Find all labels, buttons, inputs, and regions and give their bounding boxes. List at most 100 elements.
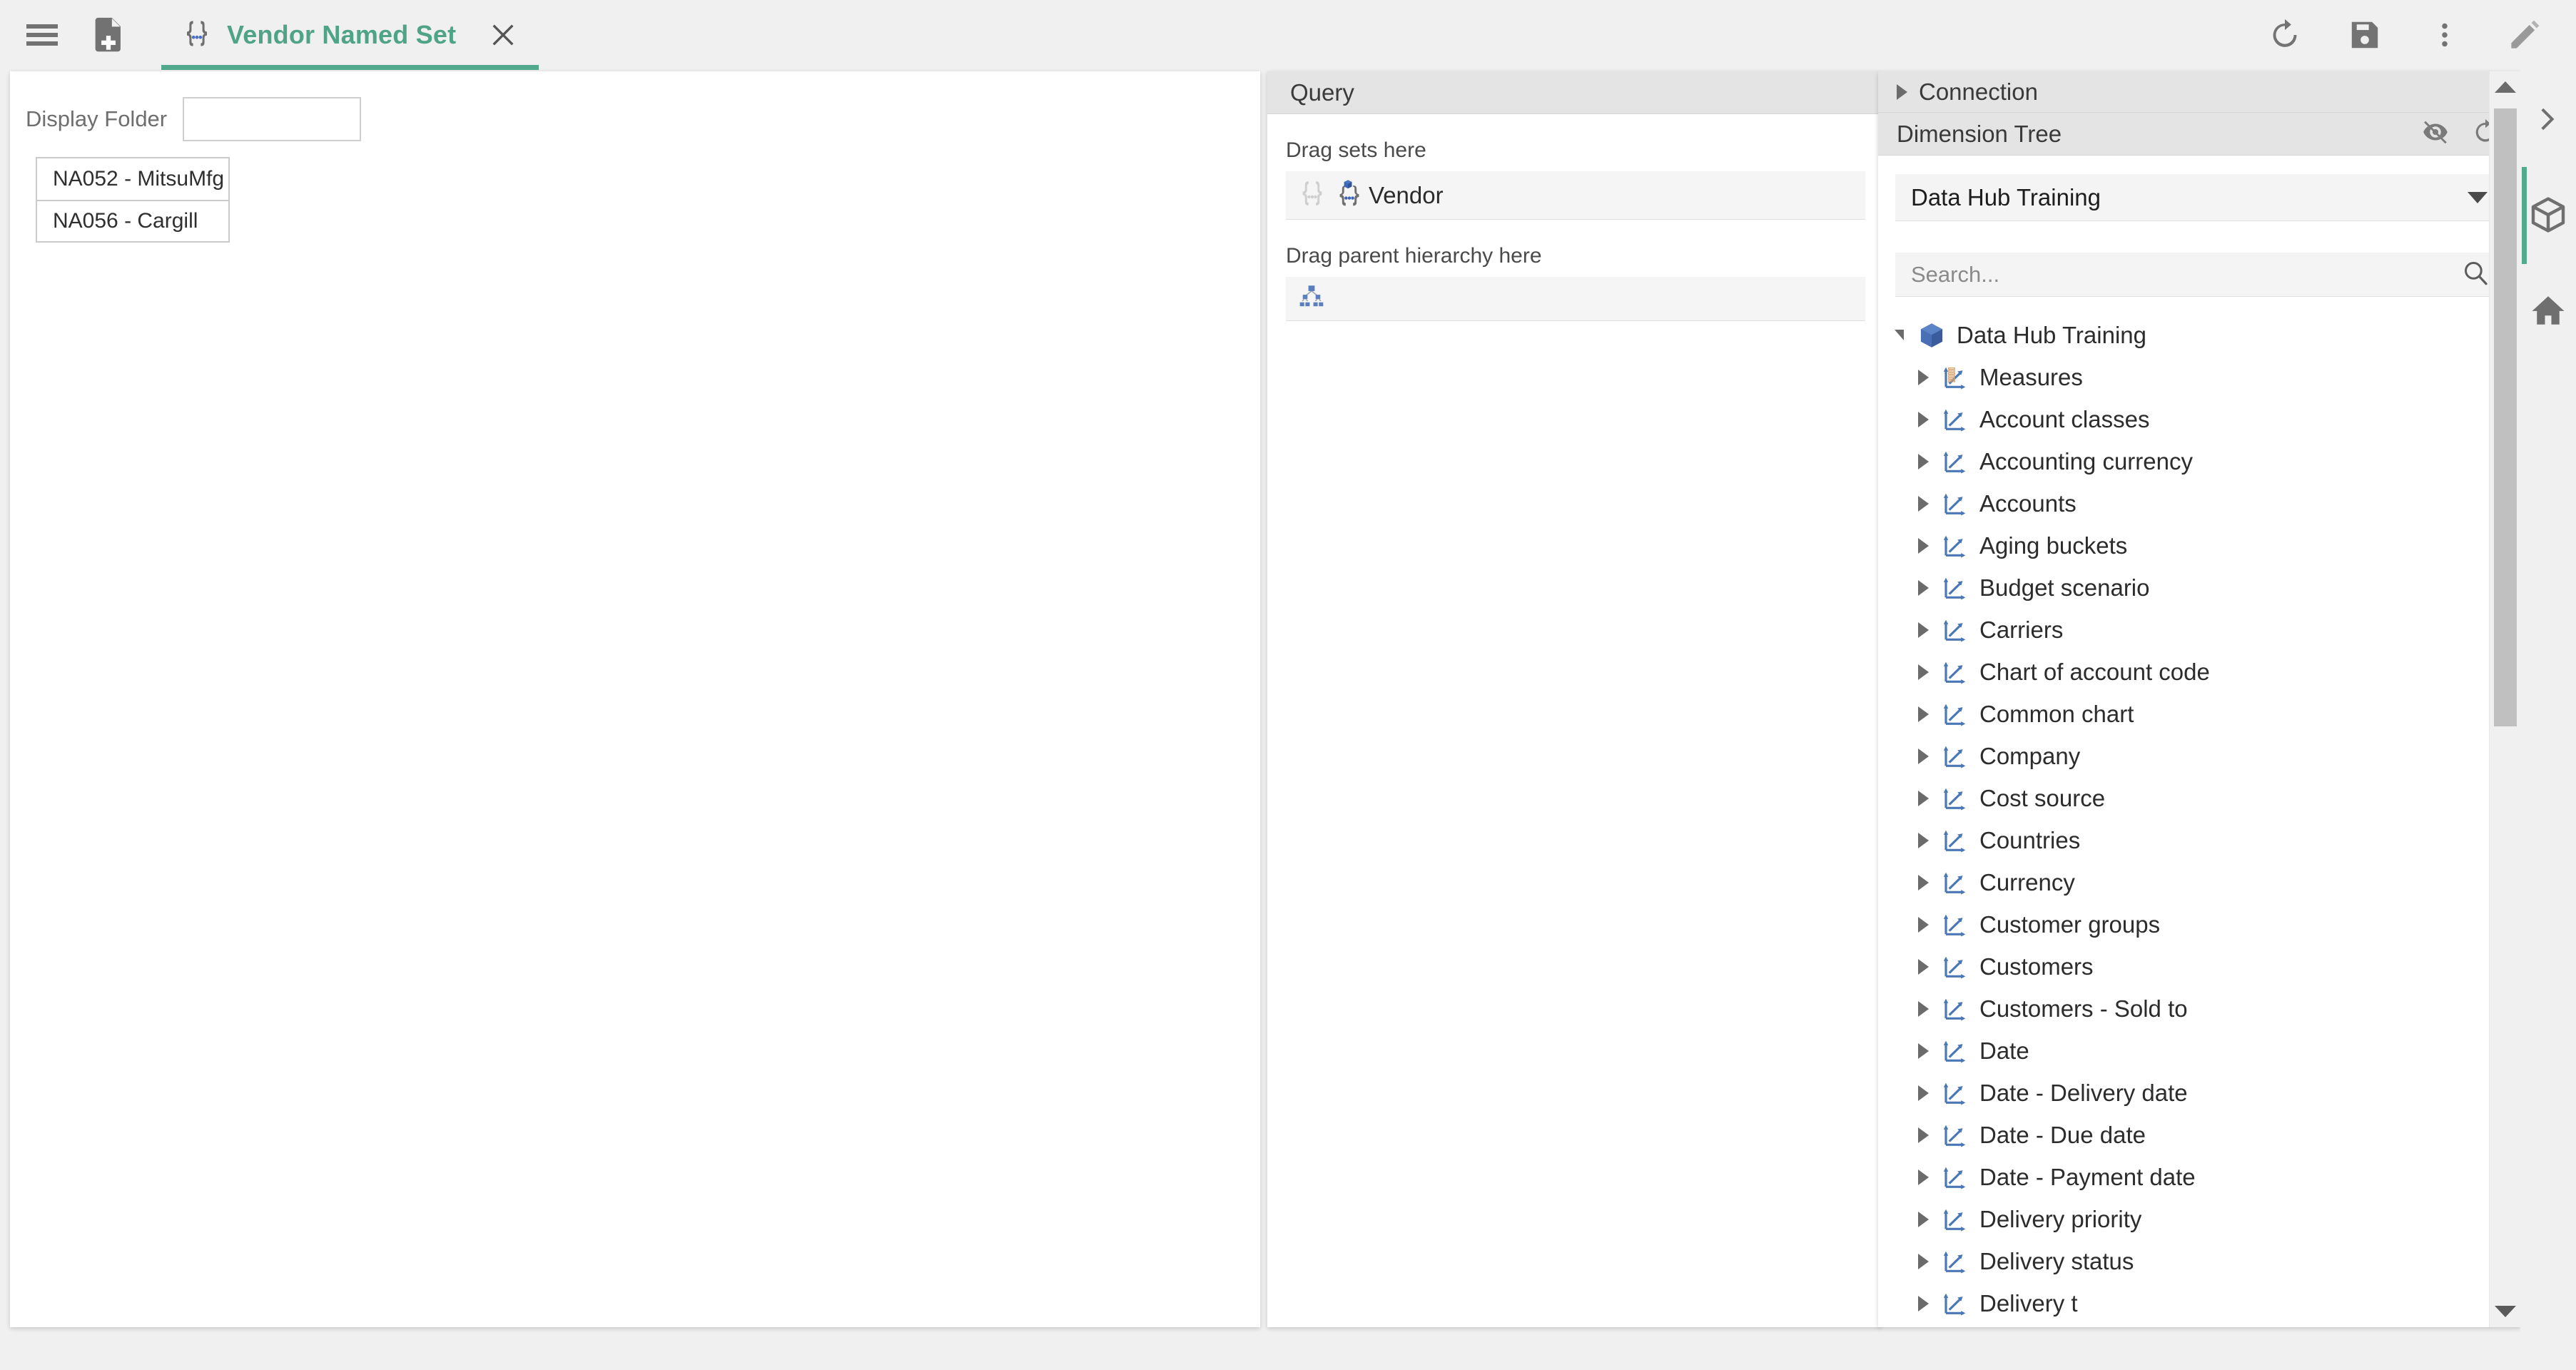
tree-node-label: Chart of account code [1979,659,2210,686]
hierarchy-tree-icon [1296,281,1327,316]
dimension-axis-icon [1941,405,1969,434]
tree-node[interactable]: Date - Delivery date [1888,1072,2520,1114]
tree-node[interactable]: Account classes [1888,398,2520,440]
triangle-right-icon[interactable] [1912,833,1934,848]
tab-strip: Vendor Named Set [161,0,539,70]
triangle-right-icon[interactable] [1912,412,1934,427]
tree-node[interactable]: Delivery t [1888,1282,2520,1324]
tree-node[interactable]: Customers [1888,945,2520,988]
list-item[interactable]: NA052 - MitsuMfg [36,157,230,200]
triangle-right-icon[interactable] [1912,959,1934,975]
tree-node[interactable]: Company [1888,735,2520,777]
dimension-axis-icon [1941,616,1969,644]
tree-node-label: Measures [1979,364,2083,391]
triangle-right-icon[interactable] [1912,664,1934,680]
tree-node-label: Date - Due date [1979,1122,2146,1149]
query-panel-title: Query [1290,79,1354,106]
toolbar-actions [2265,15,2576,55]
refresh-icon[interactable] [2265,15,2305,55]
triangle-right-icon[interactable] [1912,580,1934,596]
triangle-right-icon[interactable] [1912,1001,1934,1017]
pencil-edit-icon[interactable] [2505,15,2545,55]
tree-node[interactable]: Accounting currency [1888,440,2520,482]
triangle-right-icon[interactable] [1912,454,1934,470]
tree-node[interactable]: Budget scenario [1888,567,2520,609]
top-toolbar: Vendor Named Set [0,0,2576,70]
tree-node[interactable]: Cost source [1888,777,2520,819]
triangle-right-icon[interactable] [1912,1254,1934,1269]
tree-node-label: Delivery t [1979,1290,2078,1317]
hamburger-menu-icon[interactable] [17,14,67,56]
triangle-right-icon[interactable] [1912,1212,1934,1227]
hierarchy-dropzone[interactable] [1286,277,1865,321]
tab-vendor-named-set[interactable]: Vendor Named Set [161,0,539,70]
triangle-right-icon[interactable] [1912,1296,1934,1311]
dimension-axis-icon [1941,1289,1969,1318]
scroll-up-arrow[interactable] [2490,71,2520,103]
tree-node-label: Account classes [1979,406,2149,433]
triangle-right-icon[interactable] [1912,917,1934,933]
triangle-right-icon[interactable] [1912,749,1934,764]
expand-panel-button[interactable] [2520,94,2576,147]
scrollbar-thumb[interactable] [2494,108,2517,726]
tree-node[interactable]: Carriers [1888,609,2520,651]
dimension-axis-icon [1941,826,1969,855]
tree-node[interactable]: Accounts [1888,482,2520,524]
home-button[interactable] [2520,285,2576,338]
tree-node[interactable]: Countries [1888,819,2520,861]
tree-root-node[interactable]: Data Hub Training [1888,314,2520,356]
triangle-right-icon[interactable] [1912,1169,1934,1185]
triangle-right-icon[interactable] [1912,1085,1934,1101]
tree-node[interactable]: Date [1888,1030,2520,1072]
dimension-axis-icon [1941,658,1969,686]
triangle-down-icon[interactable] [1888,330,1910,340]
triangle-right-icon[interactable] [1912,538,1934,554]
tree-node[interactable]: Customers - Sold to [1888,988,2520,1030]
chevron-down-icon [2468,192,2488,203]
tree-node[interactable]: Chart of account code [1888,651,2520,693]
tree-node[interactable]: Date - Payment date [1888,1156,2520,1198]
dimension-tree: Data Hub Training Measures Account classes… [1878,314,2520,1370]
triangle-right-icon[interactable] [1912,875,1934,890]
tree-node[interactable]: Aging buckets [1888,524,2520,567]
search-icon[interactable] [2460,258,2490,291]
tree-node[interactable]: Customer groups [1888,903,2520,945]
tree-node[interactable]: Currency [1888,861,2520,903]
list-item[interactable]: NA056 - Cargill [36,200,230,243]
scroll-down-arrow[interactable] [2490,1296,2521,1327]
dimension-axis-icon [1941,910,1969,939]
tree-node-label: Budget scenario [1979,574,2150,602]
cube-select[interactable]: Data Hub Training [1895,174,2503,221]
named-set-braces-icon [180,16,214,54]
save-floppy-icon[interactable] [2345,15,2385,55]
triangle-right-icon[interactable] [1912,370,1934,385]
tree-node-label: Accounting currency [1979,448,2193,475]
named-set-braces-icon [1296,177,1329,213]
more-vertical-icon[interactable] [2425,15,2465,55]
triangle-right-icon[interactable] [1912,706,1934,722]
dimension-axis-icon [1941,742,1969,771]
cube-outline-icon [2528,195,2568,238]
tree-node[interactable]: Delivery status [1888,1240,2520,1282]
tree-node[interactable]: Delivery priority [1888,1198,2520,1240]
tree-node[interactable]: Date - Due date [1888,1114,2520,1156]
cube-view-button[interactable] [2520,190,2576,243]
dimension-tree-scrollbar[interactable] [2489,71,2520,1327]
dimension-axis-icon [1941,1079,1969,1107]
display-folder-input[interactable] [183,97,361,141]
close-icon[interactable] [487,19,519,51]
sets-dropzone[interactable]: Vendor [1286,171,1865,220]
search-input[interactable] [1911,262,2460,288]
tree-node[interactable]: Common chart [1888,693,2520,735]
triangle-right-icon[interactable] [1912,1127,1934,1143]
triangle-right-icon[interactable] [1912,496,1934,512]
tree-node-label: Accounts [1979,490,2076,517]
tree-node[interactable]: Measures [1888,356,2520,398]
triangle-right-icon[interactable] [1912,791,1934,806]
connection-section-header[interactable]: Connection [1878,71,2520,113]
query-panel: Query Drag sets here V [1267,71,1881,1327]
triangle-right-icon[interactable] [1912,1043,1934,1059]
eye-off-icon[interactable] [2420,117,2450,151]
new-document-icon[interactable] [86,12,131,58]
triangle-right-icon[interactable] [1912,622,1934,638]
